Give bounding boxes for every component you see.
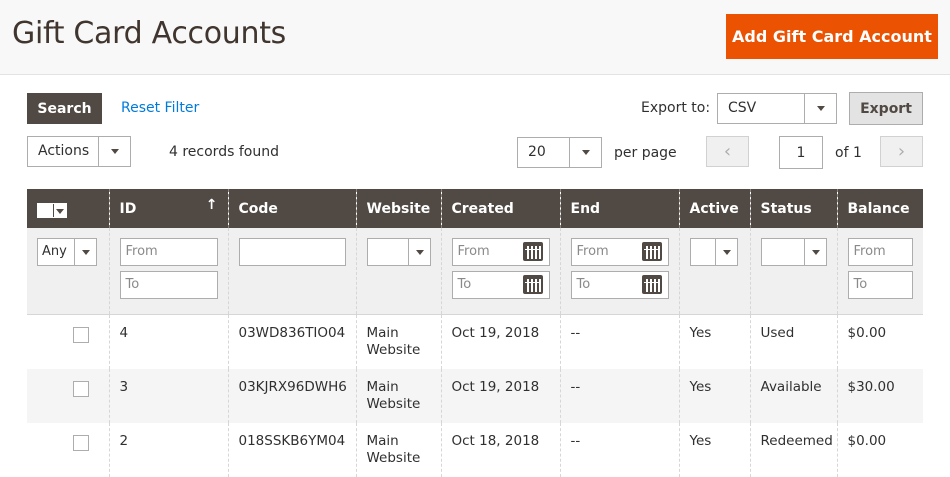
cell-id: 4 <box>108 314 228 369</box>
created-to-filter[interactable]: To <box>451 271 550 299</box>
column-header-id[interactable]: ID ↑ <box>108 189 228 228</box>
cell-end: -- <box>559 368 679 423</box>
next-page-button[interactable]: › <box>880 136 923 167</box>
chevron-right-icon: › <box>897 141 906 162</box>
actions-select[interactable]: Actions <box>27 136 131 167</box>
cell-balance: $0.00 <box>836 422 923 477</box>
mass-select-dropdown[interactable] <box>37 203 67 218</box>
code-filter-input[interactable] <box>238 238 346 266</box>
created-from-filter[interactable]: From <box>451 238 550 266</box>
cell-website: Main Website <box>355 314 441 369</box>
column-header-end[interactable]: End <box>559 189 679 228</box>
chevron-down-icon <box>74 239 96 265</box>
cell-website: Main Website <box>355 368 441 423</box>
records-found-count: 4 records found <box>169 144 279 160</box>
placeholder-text: To <box>576 277 591 292</box>
column-header-balance[interactable]: Balance <box>836 189 923 228</box>
status-filter-select[interactable] <box>760 238 827 266</box>
calendar-icon[interactable] <box>641 242 662 261</box>
chevron-down-icon <box>407 239 430 265</box>
export-format-select[interactable]: CSV <box>717 93 837 124</box>
export-to-label: Export to: <box>641 100 711 116</box>
export-format-value: CSV <box>728 100 757 116</box>
placeholder-text: To <box>457 277 472 292</box>
row-checkbox[interactable] <box>73 434 89 451</box>
cell-created: Oct 19, 2018 <box>440 368 560 423</box>
actions-label: Actions <box>38 143 90 159</box>
chevron-down-icon <box>98 137 130 166</box>
cell-status: Available <box>749 368 837 423</box>
row-checkbox[interactable] <box>73 380 89 397</box>
previous-page-button[interactable]: ‹ <box>706 136 749 167</box>
column-header-website[interactable]: Website <box>355 189 441 228</box>
calendar-icon[interactable] <box>641 275 662 294</box>
chevron-down-icon <box>804 94 836 123</box>
active-filter-select[interactable] <box>689 238 738 266</box>
filter-row: Any From To From To From To From To <box>27 228 923 315</box>
id-from-filter[interactable]: From <box>119 238 218 266</box>
balance-to-filter[interactable]: To <box>847 271 913 299</box>
chevron-left-icon: ‹ <box>723 141 732 162</box>
column-header-created[interactable]: Created <box>440 189 560 228</box>
row-checkbox[interactable] <box>73 327 89 343</box>
table-row[interactable]: 2 018SSKB6YM04 Main Website Oct 18, 2018… <box>27 422 923 477</box>
balance-from-filter[interactable]: From <box>847 238 913 266</box>
calendar-icon[interactable] <box>522 242 543 261</box>
massaction-filter-select[interactable]: Any <box>37 238 97 266</box>
id-to-filter[interactable]: To <box>119 271 218 299</box>
cell-code: 018SSKB6YM04 <box>227 422 356 477</box>
cell-balance: $0.00 <box>836 314 923 369</box>
cell-balance: $30.00 <box>836 368 923 423</box>
end-from-filter[interactable]: From <box>570 238 669 266</box>
chevron-down-icon <box>714 239 737 265</box>
column-header-code[interactable]: Code <box>227 189 356 228</box>
cell-active: Yes <box>678 368 750 423</box>
cell-created: Oct 19, 2018 <box>440 314 560 369</box>
export-button[interactable]: Export <box>849 92 923 125</box>
mass-select-header[interactable] <box>27 189 109 228</box>
per-page-label: per page <box>614 145 677 161</box>
cell-active: Yes <box>678 422 750 477</box>
placeholder-text: From <box>457 244 490 259</box>
cell-created: Oct 18, 2018 <box>440 422 560 477</box>
website-filter-select[interactable] <box>366 238 431 266</box>
sort-ascending-icon: ↑ <box>205 197 218 213</box>
cell-status: Used <box>749 314 837 369</box>
cell-website: Main Website <box>355 422 441 477</box>
cell-end: -- <box>559 422 679 477</box>
placeholder-text: From <box>576 244 609 259</box>
cell-active: Yes <box>678 314 750 369</box>
column-header-active[interactable]: Active <box>678 189 750 228</box>
page-header: Gift Card Accounts Add Gift Card Account <box>0 0 950 75</box>
table-row[interactable]: 3 03KJRX96DWH6 Main Website Oct 19, 2018… <box>27 368 923 423</box>
chevron-down-icon <box>803 239 826 265</box>
gift-card-accounts-grid: ID ↑ Code Website Created End Active Sta… <box>27 189 923 477</box>
current-page-input[interactable]: 1 <box>779 136 823 169</box>
search-button[interactable]: Search <box>27 93 102 124</box>
cell-status: Redeemed <box>749 422 837 477</box>
page-title: Gift Card Accounts <box>12 16 286 51</box>
total-pages-label: of 1 <box>835 145 862 161</box>
add-gift-card-account-button[interactable]: Add Gift Card Account <box>726 14 938 59</box>
grid-header-row: ID ↑ Code Website Created End Active Sta… <box>27 189 923 228</box>
chevron-down-icon <box>56 209 64 214</box>
chevron-down-icon <box>569 138 601 167</box>
cell-code: 03WD836TIO04 <box>227 314 356 369</box>
cell-id: 3 <box>108 368 228 423</box>
end-to-filter[interactable]: To <box>570 271 669 299</box>
filter-any-value: Any <box>42 244 67 259</box>
calendar-icon[interactable] <box>522 275 543 294</box>
page-size-select[interactable]: 20 <box>517 137 602 168</box>
cell-end: -- <box>559 314 679 369</box>
column-header-label: ID <box>119 200 137 217</box>
cell-code: 03KJRX96DWH6 <box>227 368 356 423</box>
reset-filter-link[interactable]: Reset Filter <box>121 100 199 116</box>
table-row[interactable]: 4 03WD836TIO04 Main Website Oct 19, 2018… <box>27 314 923 369</box>
cell-id: 2 <box>108 422 228 477</box>
page-size-value: 20 <box>528 144 546 160</box>
column-header-status[interactable]: Status <box>749 189 837 228</box>
